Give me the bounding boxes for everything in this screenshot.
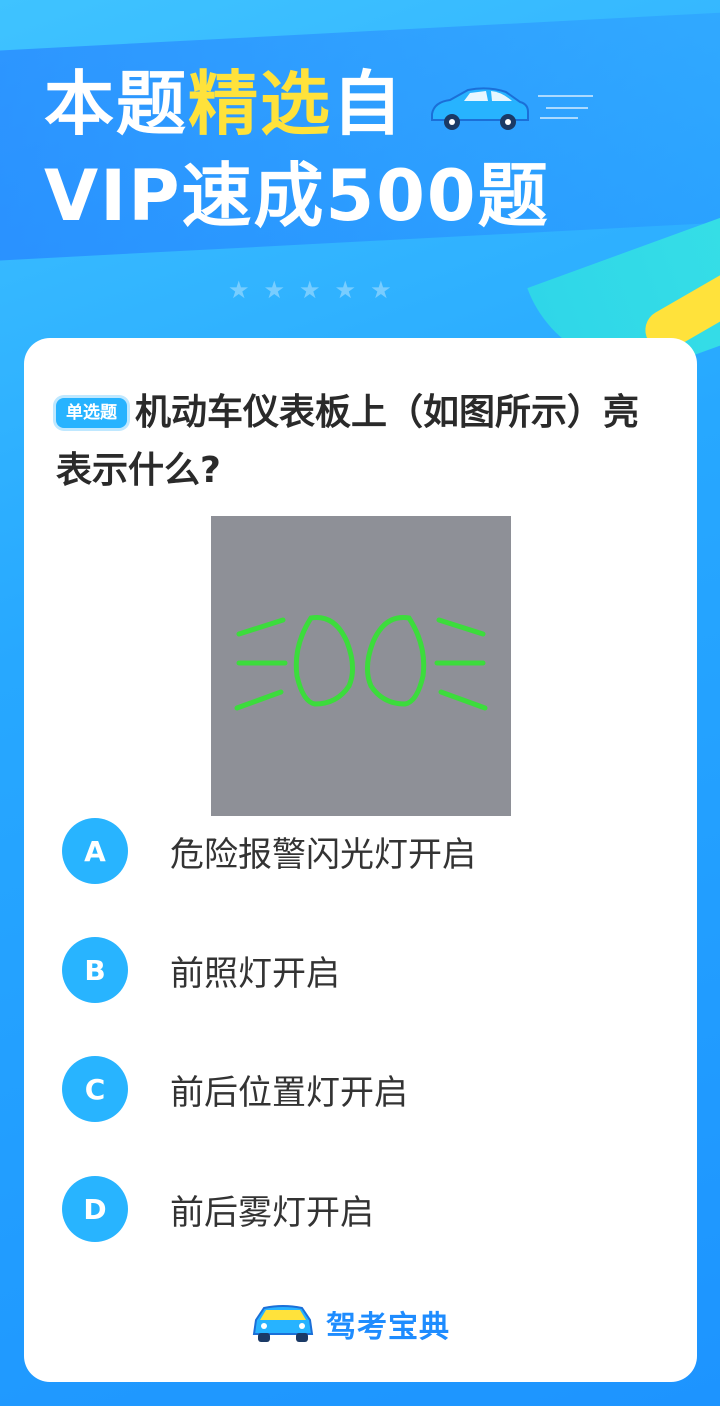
question-card: 单选题 机动车仪表板上（如图所示）亮表示什么? A 危险报警闪光灯开启 B 前照灯…	[24, 338, 697, 1382]
option-text: 前照灯开启	[170, 953, 340, 994]
option-letter: B	[62, 937, 128, 1003]
option-text: 前后位置灯开启	[170, 1072, 408, 1113]
title-part1: 本题	[44, 63, 188, 145]
title-highlight: 精选	[188, 63, 332, 145]
title-line2: VIP速成500题	[44, 155, 550, 237]
option-text: 前后雾灯开启	[170, 1192, 374, 1233]
option-a[interactable]: A 危险报警闪光灯开启	[62, 818, 476, 884]
question-title: 单选题 机动车仪表板上（如图所示）亮表示什么?	[56, 384, 656, 500]
car-icon	[431, 87, 593, 130]
brand-name: 驾考宝典	[326, 1310, 450, 1345]
star-icon: ★	[263, 276, 286, 304]
brand-logo: 驾考宝典	[250, 1302, 450, 1346]
option-text: 危险报警闪光灯开启	[170, 834, 476, 875]
question-image	[211, 516, 511, 816]
question-type-badge: 单选题	[56, 398, 127, 428]
option-b[interactable]: B 前照灯开启	[62, 937, 340, 1003]
option-letter: A	[62, 818, 128, 884]
star-icon: ★	[370, 276, 392, 304]
headlight-indicator-icon	[234, 615, 488, 711]
title-part2: 自	[332, 63, 404, 145]
option-letter: C	[62, 1056, 128, 1122]
star-icon: ★	[299, 276, 321, 304]
star-rating: ★ ★ ★ ★ ★	[228, 276, 392, 304]
option-d[interactable]: D 前后雾灯开启	[62, 1176, 374, 1242]
car-logo-icon	[252, 1305, 314, 1342]
option-letter: D	[62, 1176, 128, 1242]
star-icon: ★	[334, 276, 357, 304]
star-icon: ★	[228, 276, 250, 304]
option-c[interactable]: C 前后位置灯开启	[62, 1056, 408, 1122]
question-text: 机动车仪表板上（如图所示）亮表示什么?	[56, 392, 640, 491]
